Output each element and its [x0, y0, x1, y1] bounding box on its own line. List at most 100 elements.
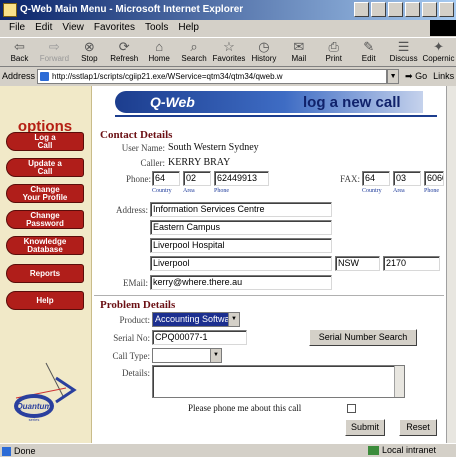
nav-change-password[interactable]: Change Password	[6, 210, 84, 229]
address-line3-input[interactable]: Liverpool Hospital	[150, 238, 332, 253]
nav-change-profile[interactable]: Change Your Profile	[6, 184, 84, 203]
nav-label: Help	[36, 296, 54, 305]
tray-icon[interactable]	[422, 2, 437, 17]
tray-icon[interactable]	[388, 2, 403, 17]
chevron-down-icon[interactable]: ▼	[228, 313, 239, 326]
toolbar-button-discuss[interactable]: ☰ Discuss	[386, 38, 421, 68]
nav-log-a-call[interactable]: Log a Call	[6, 132, 84, 151]
toolbar-button-forward[interactable]: ⇨ Forward	[37, 38, 72, 68]
menu-edit[interactable]: Edit	[30, 20, 57, 36]
product-select[interactable]: Accounting Software ▼	[152, 312, 240, 327]
nav-reports[interactable]: Reports	[6, 264, 84, 283]
stop-icon: ⊗	[83, 39, 95, 54]
textarea-scrollbar[interactable]	[394, 366, 404, 397]
details-textarea[interactable]	[152, 365, 405, 398]
state-input[interactable]: NSW	[335, 256, 380, 271]
go-label: Go	[415, 70, 428, 81]
tray-icon[interactable]	[405, 2, 420, 17]
product-value: Accounting Software	[155, 314, 238, 324]
toolbar-button-print[interactable]: ⎙ Print	[316, 38, 351, 68]
toolbar-label: Discuss	[389, 54, 418, 63]
email-input[interactable]: kerry@where.there.au	[150, 275, 332, 290]
reset-button[interactable]: Reset	[399, 419, 437, 436]
toolbar-button-back[interactable]: ⇦ Back	[2, 38, 37, 68]
address-label: Address:	[116, 205, 148, 215]
copernic-icon: ✦	[433, 39, 444, 54]
phone-area-input[interactable]: 02	[183, 171, 211, 186]
menu-view[interactable]: View	[57, 20, 89, 36]
fax-country-input[interactable]: 64	[362, 171, 390, 186]
options-sidebar: options Log a Call Update a Call Change …	[0, 86, 92, 443]
nav-help[interactable]: Help	[6, 291, 84, 310]
back-arrow-icon: ⇦	[14, 39, 25, 54]
submit-button[interactable]: Submit	[345, 419, 385, 436]
tray-icon[interactable]	[354, 2, 369, 17]
nav-label: Your Profile	[22, 193, 68, 202]
home-icon: ⌂	[155, 39, 164, 54]
title-bar-tray-icons	[354, 2, 454, 17]
address-input[interactable]: http://sstlap1/scripts/cgiip21.exe/WServ…	[37, 68, 388, 84]
phone-number-input[interactable]: 62449913	[214, 171, 269, 186]
nav-label: Reports	[29, 269, 61, 278]
username-value: South Western Sydney	[168, 142, 259, 153]
serial-input[interactable]: CPQ00077-1	[152, 330, 247, 345]
toolbar-button-refresh[interactable]: ⟳ Refresh	[107, 38, 142, 68]
phone-me-checkbox[interactable]	[347, 404, 356, 413]
menu-favorites[interactable]: Favorites	[89, 20, 140, 36]
discuss-icon: ☰	[397, 39, 410, 54]
toolbar-label: Back	[10, 54, 29, 63]
phone-country-input[interactable]: 64	[152, 171, 180, 186]
phone-number-caption: Phone	[214, 188, 229, 194]
menu-file[interactable]: File	[4, 20, 30, 36]
edit-icon: ✎	[363, 39, 375, 54]
phone-area-caption: Area	[183, 188, 195, 194]
toolbar-button-favorites[interactable]: ☆ Favorites	[212, 38, 247, 68]
fax-number-input[interactable]: 60608806	[424, 171, 444, 186]
tray-icon[interactable]	[439, 2, 454, 17]
serial-number-search-button[interactable]: Serial Number Search	[309, 329, 417, 346]
go-button[interactable]: ➡ Go	[402, 71, 430, 82]
links-button[interactable]: Links	[433, 71, 454, 81]
address-line4-input[interactable]: Liverpool	[150, 256, 332, 271]
toolbar-button-mail[interactable]: ✉ Mail	[281, 38, 316, 68]
nav-label: Call	[37, 167, 53, 176]
search-icon: ⌕	[190, 39, 198, 54]
toolbar-button-search[interactable]: ⌕ Search	[177, 38, 212, 68]
nav-knowledge-database[interactable]: Knowledge Database	[6, 236, 84, 255]
toolbar-label: History	[251, 54, 277, 63]
calltype-select[interactable]: ▼	[152, 348, 222, 363]
calltype-label: Call Type:	[112, 351, 150, 361]
page-banner: Q-Web log a new call	[115, 88, 437, 118]
toolbar-label: Search	[181, 54, 207, 63]
page-scrollbar[interactable]	[446, 86, 456, 443]
phone-country-caption: Country	[152, 188, 172, 194]
page-icon	[40, 71, 50, 81]
nav-update-a-call[interactable]: Update a Call	[6, 158, 84, 177]
web-page: options Log a Call Update a Call Change …	[0, 86, 446, 443]
toolbar-label: Copernic	[422, 54, 455, 63]
window-title: Q-Web Main Menu - Microsoft Internet Exp…	[20, 4, 244, 15]
toolbar-button-home[interactable]: ⌂ Home	[142, 38, 177, 68]
menu-tools[interactable]: Tools	[140, 20, 173, 36]
print-icon: ⎙	[328, 39, 339, 54]
menu-help[interactable]: Help	[173, 20, 204, 36]
banner-underline	[115, 115, 437, 117]
tray-icon[interactable]	[371, 2, 386, 17]
address-line2-input[interactable]: Eastern Campus	[150, 220, 332, 235]
address-dropdown-button[interactable]: ▼	[387, 68, 400, 84]
security-zone: Local intranet	[368, 445, 436, 455]
toolbar-button-stop[interactable]: ⊗ Stop	[72, 38, 107, 68]
nav-label: Password	[26, 219, 64, 228]
fax-area-input[interactable]: 03	[393, 171, 421, 186]
fax-number-caption: Phone	[424, 188, 439, 194]
email-label: EMail:	[123, 278, 148, 288]
chevron-down-icon[interactable]: ▼	[210, 349, 221, 362]
contact-details-heading: Contact Details	[100, 129, 173, 141]
toolbar-button-history[interactable]: ◷ History	[246, 38, 281, 68]
brand-title: Q-Web	[150, 94, 195, 110]
status-bar: Done Local intranet	[0, 443, 456, 457]
postcode-input[interactable]: 2170	[383, 256, 440, 271]
toolbar-button-copernic[interactable]: ✦ Copernic	[421, 38, 456, 68]
toolbar-button-edit[interactable]: ✎ Edit	[351, 38, 386, 68]
address-line1-input[interactable]: Information Services Centre	[150, 202, 332, 217]
